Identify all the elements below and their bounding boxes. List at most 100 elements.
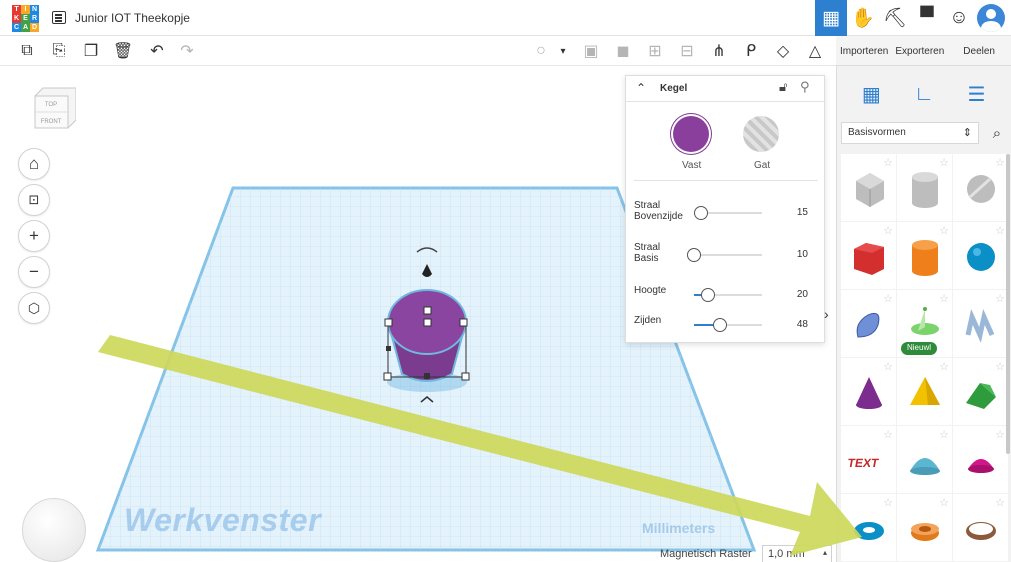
shape-category-select[interactable]: Basisvormen ⇕ — [841, 122, 979, 144]
shape-sphere[interactable]: ☆ — [953, 222, 1008, 289]
copy-icon[interactable]: ⧉ — [16, 40, 38, 62]
slider-track[interactable] — [687, 248, 762, 262]
bulb-icon[interactable]: ○ — [530, 40, 552, 62]
group-icon[interactable]: ▣ — [580, 40, 602, 62]
zoom-out-button[interactable]: − — [18, 256, 50, 288]
favorite-star-icon[interactable]: ☆ — [939, 428, 949, 441]
prop-value[interactable]: 10 — [797, 249, 808, 260]
import-button[interactable]: Importeren — [836, 36, 891, 65]
favorite-star-icon[interactable]: ☆ — [939, 360, 949, 373]
perspective-toggle-button[interactable]: ⬡ — [18, 292, 50, 324]
workplane-panel-icon[interactable]: ▦ — [856, 79, 886, 109]
notes-icon[interactable]: ☰ — [962, 79, 992, 109]
redo-icon[interactable]: ↷ — [176, 40, 198, 62]
mirror-icon[interactable]: ⋔ — [708, 40, 730, 62]
slider-knob[interactable] — [700, 288, 715, 302]
shape-pyramid[interactable]: ☆ — [897, 358, 952, 425]
collapse-chevron-icon[interactable]: ⌃ — [636, 81, 646, 95]
shape-tube[interactable]: ☆ — [897, 494, 952, 561]
slider-track[interactable] — [694, 318, 762, 332]
favorite-star-icon[interactable]: ☆ — [939, 496, 949, 509]
shape-cylinder[interactable]: ☆ — [897, 222, 952, 289]
cone-icon — [855, 376, 882, 409]
shape-shape-generator[interactable]: ☆ Nieuwl — [897, 290, 952, 357]
snap-grid-select[interactable]: 1,0 mm ▴ — [762, 545, 832, 562]
slider-knob[interactable] — [693, 206, 708, 220]
home-view-button[interactable]: ⌂ — [18, 148, 50, 180]
ungroup-icon[interactable]: ◼ — [612, 40, 634, 62]
shape-torus[interactable]: ☆ — [841, 494, 896, 561]
shape-sphere-hole[interactable]: ☆ — [953, 154, 1008, 221]
share-button[interactable]: Deelen — [959, 36, 998, 65]
prop-label: Straal — [634, 242, 661, 253]
favorite-star-icon[interactable]: ☆ — [883, 496, 893, 509]
shape-half-cylinder[interactable]: ☆ — [897, 426, 952, 493]
ruler-icon[interactable]: ∟ — [909, 79, 939, 109]
add-user-icon[interactable]: ☺ — [943, 0, 975, 36]
favorite-star-icon[interactable]: ☆ — [939, 224, 949, 237]
align-icon[interactable]: ⊞ — [644, 40, 666, 62]
shape-text-hole[interactable]: ☆ — [953, 290, 1008, 357]
shape-box[interactable]: ☆ — [841, 222, 896, 289]
panel-toggle-chevron-icon[interactable]: › — [824, 306, 834, 336]
tinkercad-logo[interactable]: TINKERCAD — [12, 5, 39, 32]
favorite-star-icon[interactable]: ☆ — [995, 156, 1005, 169]
shape-cone[interactable]: ☆ — [841, 358, 896, 425]
favorite-star-icon[interactable]: ☆ — [995, 224, 1005, 237]
cruise-icon[interactable]: ᑭ — [740, 40, 762, 62]
favorite-star-icon[interactable]: ☆ — [883, 292, 893, 305]
solid-color-swatch[interactable] — [673, 116, 709, 152]
prop-value[interactable]: 48 — [797, 319, 808, 330]
shape-roof[interactable]: ☆ — [953, 358, 1008, 425]
undo-icon[interactable]: ↶ — [146, 40, 168, 62]
favorite-star-icon[interactable]: ☆ — [883, 156, 893, 169]
favorite-star-icon[interactable]: ☆ — [883, 360, 893, 373]
favorite-star-icon[interactable]: ☆ — [995, 292, 1005, 305]
favorite-star-icon[interactable]: ☆ — [883, 428, 893, 441]
favorite-star-icon[interactable]: ☆ — [883, 224, 893, 237]
distribute-icon[interactable]: ⊟ — [676, 40, 698, 62]
favorite-star-icon[interactable]: ☆ — [939, 156, 949, 169]
shape-text[interactable]: ☆ TEXT — [841, 426, 896, 493]
export-button[interactable]: Exporteren — [891, 36, 947, 65]
workplane-icon[interactable]: ◇ — [772, 40, 794, 62]
ruler-drop-icon[interactable]: △ — [804, 40, 826, 62]
prop-value[interactable]: 15 — [797, 207, 808, 218]
favorite-star-icon[interactable]: ☆ — [995, 360, 1005, 373]
workspace[interactable]: TOP FRONT ⌂ ⊡ + − ⬡ Werkvenster Millimet… — [0, 66, 836, 562]
favorite-star-icon[interactable]: ☆ — [939, 292, 949, 305]
hole-swatch[interactable] — [743, 116, 779, 152]
fit-view-button[interactable]: ⊡ — [18, 184, 50, 216]
shape-box-hole[interactable]: ☆ — [841, 154, 896, 221]
shape-cylinder-hole[interactable]: ☆ — [897, 154, 952, 221]
lock-icon[interactable]: 🔓︎ — [779, 79, 787, 95]
design-title[interactable]: Junior IOT Theekopje — [75, 11, 190, 25]
avatar[interactable] — [977, 4, 1005, 32]
paste-icon[interactable]: ⎘ — [48, 40, 70, 62]
slider-track[interactable] — [693, 206, 762, 220]
search-icon[interactable]: ⌕ — [987, 122, 1007, 144]
favorite-star-icon[interactable]: ☆ — [995, 428, 1005, 441]
bricks-icon[interactable]: ▀ — [911, 0, 943, 36]
trash-icon[interactable]: 🗑 — [112, 40, 134, 62]
hand-icon[interactable]: ✋ — [847, 0, 879, 36]
navigation-compass[interactable] — [22, 498, 86, 562]
shape-scribble[interactable]: ☆ — [841, 290, 896, 357]
caret-down-icon[interactable]: ▾ — [552, 40, 574, 62]
slider-knob[interactable] — [712, 318, 727, 332]
grid-view-icon[interactable]: ▦ — [815, 0, 847, 36]
design-menu-icon[interactable] — [52, 11, 66, 24]
shape-ring[interactable]: ☆ — [953, 494, 1008, 561]
zoom-in-button[interactable]: + — [18, 220, 50, 252]
slider-knob[interactable] — [687, 248, 701, 262]
visibility-bulb-icon[interactable]: ⚲ — [800, 79, 810, 95]
shape-paraboloid[interactable]: ☆ — [953, 426, 1008, 493]
slider-track[interactable] — [694, 288, 762, 302]
selected-cone-shape[interactable] — [372, 242, 482, 412]
scrollbar[interactable] — [1006, 154, 1010, 454]
favorite-star-icon[interactable]: ☆ — [995, 496, 1005, 509]
duplicate-icon[interactable]: ❐ — [80, 40, 102, 62]
pickaxe-icon[interactable]: ⛏ — [879, 0, 911, 36]
view-cube[interactable]: TOP FRONT — [31, 84, 76, 140]
prop-value[interactable]: 20 — [797, 289, 808, 300]
